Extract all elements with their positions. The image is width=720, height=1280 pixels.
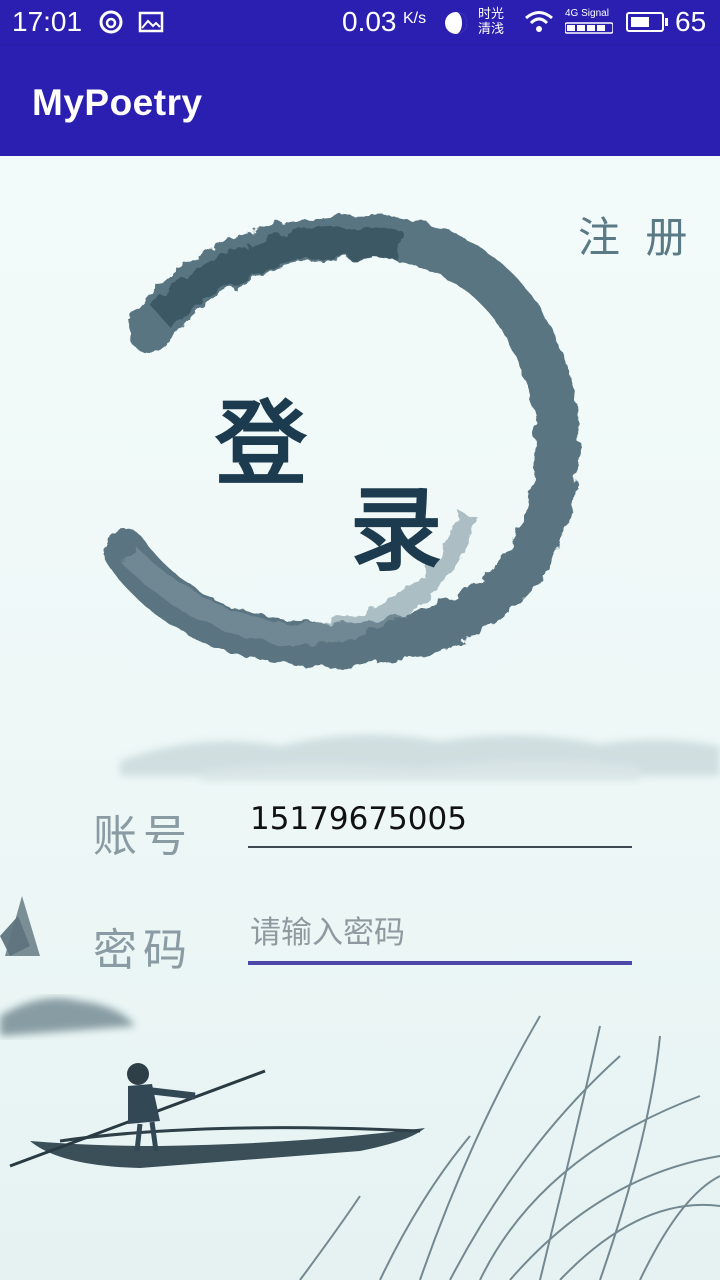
- netease-music-icon: [99, 10, 123, 34]
- signal-icon: [565, 22, 613, 34]
- account-input[interactable]: [248, 794, 634, 844]
- status-bar: 17:01 0.03 K/s 时光 清浅 4G Signal 65: [0, 0, 720, 46]
- password-underline: [248, 961, 632, 965]
- password-input[interactable]: [248, 908, 634, 958]
- brightness-label-1: 时光: [478, 6, 505, 21]
- ink-circle: [103, 213, 580, 667]
- brightness-mode: 时光 清浅: [478, 6, 504, 36]
- app-title: MyPoetry: [32, 82, 203, 123]
- app-bar: MyPoetry: [0, 46, 720, 156]
- register-link[interactable]: 注 册: [578, 204, 693, 265]
- boat-and-fisherman: [9, 1063, 425, 1168]
- net-speed: 0.03: [342, 6, 397, 37]
- login-title-char-2: 录: [350, 476, 443, 584]
- account-underline: [248, 846, 632, 848]
- battery-tip: [665, 18, 668, 26]
- ink-landscape-background: [0, 213, 720, 1280]
- signal-label: 4G Signal: [565, 8, 609, 19]
- status-time: 17:01: [12, 6, 83, 37]
- brightness-label-2: 清浅: [478, 21, 505, 36]
- wifi-icon: [525, 11, 553, 32]
- battery-level: 65: [675, 6, 707, 37]
- distant-mountains: [120, 734, 720, 781]
- net-speed-unit: K/s: [403, 10, 427, 27]
- password-label: 密码: [93, 925, 193, 976]
- login-title-char-1: 登: [215, 390, 308, 498]
- login-screen: 注 册 登 录 账号 密码: [0, 156, 720, 1280]
- gallery-icon: [138, 11, 164, 33]
- battery-icon: [626, 12, 664, 32]
- account-label: 账号: [93, 811, 193, 862]
- hd-brightness-icon: [445, 12, 467, 34]
